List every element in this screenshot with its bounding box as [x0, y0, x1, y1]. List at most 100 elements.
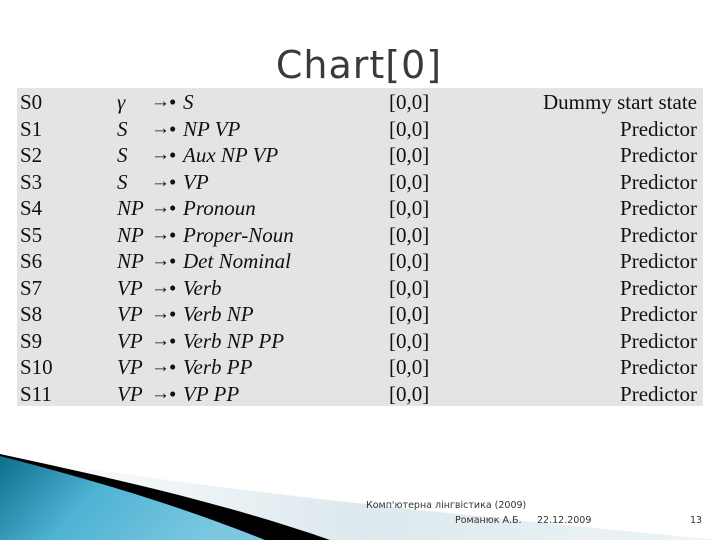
operation: Predictor — [620, 222, 697, 247]
chart-table-row: S1 S → • NP VP [0,0] Predictor — [17, 116, 703, 143]
state-id: S7 — [20, 275, 43, 300]
span: [0,0] — [389, 143, 430, 167]
span: [0,0] — [389, 355, 430, 379]
arrow-icon: → — [151, 197, 170, 218]
rule-lhs: S — [117, 169, 128, 194]
arrow-icon: → — [151, 117, 170, 139]
rule-rhs: Verb PP — [183, 355, 253, 379]
rule-lhs: NP — [117, 222, 144, 247]
arrow-icon: → — [151, 170, 170, 192]
rule-rhs: Verb NP — [183, 302, 254, 326]
rule-rhs: Verb NP PP — [183, 328, 285, 353]
slide-title: Chart[0] — [0, 40, 720, 90]
arrow-icon: → — [151, 303, 170, 324]
span: [0,0] — [389, 90, 430, 114]
dot-icon: • — [169, 143, 177, 167]
dot-icon: • — [169, 116, 177, 141]
dot-icon: • — [169, 275, 177, 300]
chart-table-row: S5 NP → • Proper-Noun [0,0] Predictor — [17, 222, 703, 249]
arrow-icon: → — [151, 382, 170, 404]
rule-rhs: Aux NP VP — [183, 143, 279, 167]
rule-lhs: VP — [117, 355, 143, 379]
arrow-icon: → — [151, 223, 170, 245]
rule-lhs: VP — [117, 302, 143, 326]
chart-table-row: S11 VP → • VP PP [0,0] Predictor — [17, 381, 703, 408]
slide-title-text: Chart[0] — [275, 43, 443, 87]
chart-table-row: S10 VP → • Verb PP [0,0] Predictor — [17, 354, 703, 381]
dot-icon: • — [169, 249, 177, 273]
span: [0,0] — [389, 116, 430, 141]
chart-table-row: S9 VP → • Verb NP PP [0,0] Predictor — [17, 328, 703, 355]
operation: Predictor — [620, 381, 697, 406]
rule-rhs: Pronoun — [183, 196, 256, 220]
chart-table-row: S0 γ → • S [0,0] Dummy start state — [17, 89, 703, 116]
chart-table-row: S2 S → • Aux NP VP [0,0] Predictor — [17, 142, 703, 169]
footer-page-number: 13 — [690, 515, 703, 526]
rule-lhs: NP — [117, 249, 144, 273]
operation: Predictor — [620, 355, 697, 379]
chart-table-row: S4 NP → • Pronoun [0,0] Predictor — [17, 195, 703, 222]
state-id: S9 — [20, 328, 43, 353]
arrow-icon: → — [151, 250, 170, 271]
span: [0,0] — [389, 249, 430, 273]
dot-icon: • — [169, 381, 177, 406]
footer-author: Романюк А.Б. — [455, 515, 522, 526]
chart-table-row: S6 NP → • Det Nominal [0,0] Predictor — [17, 248, 703, 275]
rule-lhs: S — [117, 116, 128, 141]
rule-lhs: S — [117, 143, 128, 167]
chart-table-row: S7 VP → • Verb [0,0] Predictor — [17, 275, 703, 302]
rule-lhs: NP — [117, 196, 144, 220]
span: [0,0] — [389, 381, 430, 406]
state-id: S8 — [20, 302, 43, 326]
dot-icon: • — [169, 302, 177, 326]
dot-icon: • — [169, 222, 177, 247]
arrow-icon: → — [151, 91, 170, 112]
span: [0,0] — [389, 222, 430, 247]
dot-icon: • — [169, 169, 177, 194]
dot-icon: • — [169, 355, 177, 379]
chart-table: S0 γ → • S [0,0] Dummy start state S1 S → • NP VP [0… — [17, 88, 703, 406]
arrow-icon: → — [151, 276, 170, 298]
rule-lhs: VP — [117, 275, 143, 300]
chart-table-row: S3 S → • VP [0,0] Predictor — [17, 169, 703, 196]
span: [0,0] — [389, 169, 430, 194]
operation: Dummy start state — [543, 90, 697, 114]
state-id: S5 — [20, 222, 43, 247]
rule-rhs: Verb — [183, 275, 222, 300]
state-id: S10 — [20, 355, 53, 379]
rule-rhs: NP VP — [183, 116, 241, 141]
operation: Predictor — [620, 249, 697, 273]
operation: Predictor — [620, 196, 697, 220]
state-id: S4 — [20, 196, 43, 220]
state-id: S0 — [20, 90, 43, 114]
state-id: S1 — [20, 116, 43, 141]
operation: Predictor — [620, 169, 697, 194]
rule-lhs: VP — [117, 381, 143, 406]
chart-table-row: S8 VP → • Verb NP [0,0] Predictor — [17, 301, 703, 328]
footer-wave-decoration — [0, 454, 720, 540]
arrow-icon: → — [151, 356, 170, 377]
arrow-icon: → — [151, 144, 170, 165]
rule-lhs: VP — [117, 328, 143, 353]
dot-icon: • — [169, 196, 177, 220]
rule-rhs: VP PP — [183, 381, 240, 406]
footer-course: Комп'ютерна лінгвістика (2009) — [366, 500, 527, 511]
rule-rhs: VP — [183, 169, 209, 194]
operation: Predictor — [620, 143, 697, 167]
arrow-icon: → — [151, 329, 170, 351]
rule-rhs: Det Nominal — [183, 249, 291, 273]
rule-rhs: Proper-Noun — [183, 222, 294, 247]
state-id: S11 — [20, 381, 52, 406]
dot-icon: • — [169, 90, 177, 114]
state-id: S6 — [20, 249, 43, 273]
rule-lhs: γ — [117, 90, 126, 114]
state-id: S3 — [20, 169, 43, 194]
span: [0,0] — [389, 328, 430, 353]
operation: Predictor — [620, 116, 697, 141]
state-id: S2 — [20, 143, 43, 167]
operation: Predictor — [620, 275, 697, 300]
operation: Predictor — [620, 302, 697, 326]
footer-date: 22.12.2009 — [537, 515, 592, 526]
span: [0,0] — [389, 275, 430, 300]
dot-icon: • — [169, 328, 177, 353]
